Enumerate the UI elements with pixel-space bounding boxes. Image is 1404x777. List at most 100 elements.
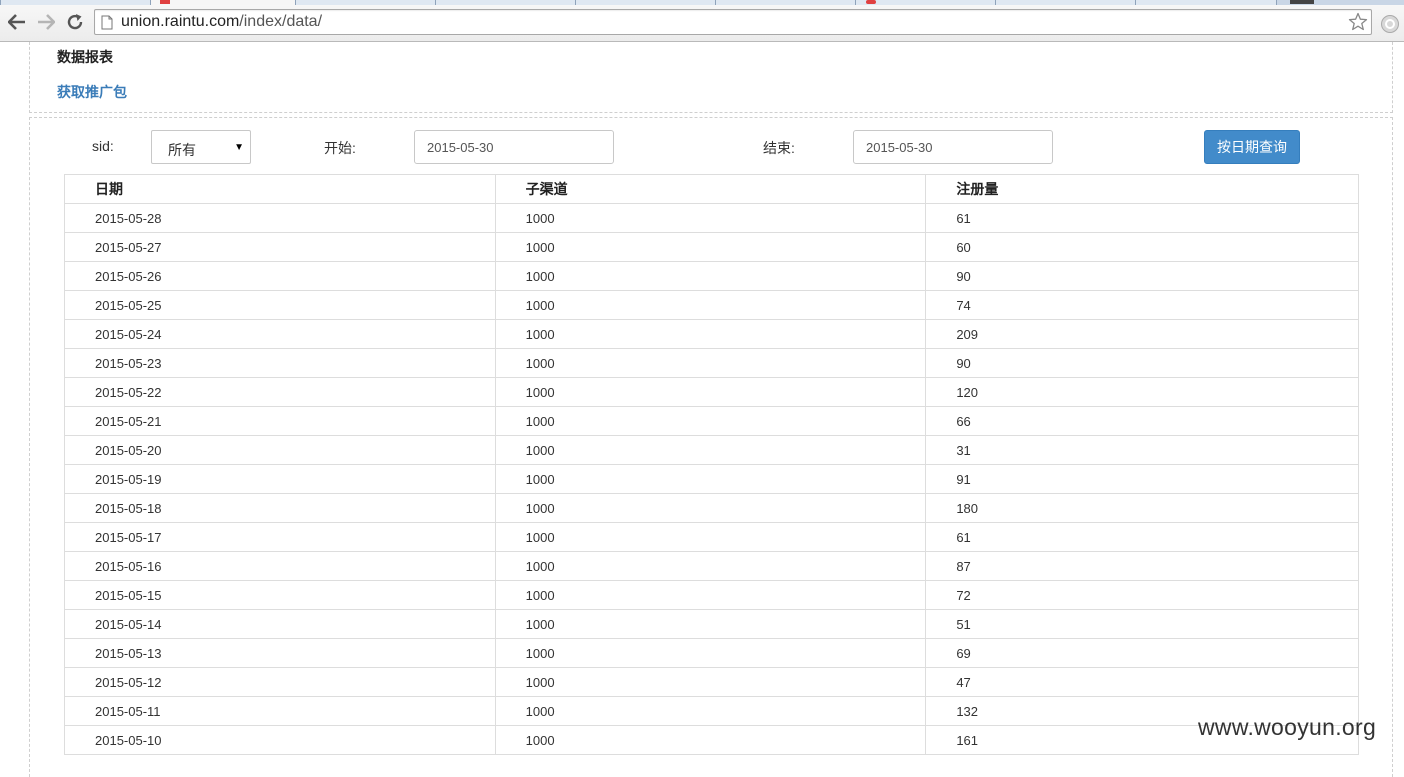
cell-subchannel: 1000 [494, 406, 927, 436]
cell-registrations: 180 [925, 493, 1359, 523]
sid-label: sid: [92, 138, 114, 154]
cell-registrations: 66 [925, 406, 1359, 436]
cell-registrations: 51 [925, 609, 1359, 639]
table-row: 2015-05-28 1000 61 [64, 203, 1359, 233]
cell-date: 2015-05-12 [64, 667, 496, 697]
cell-registrations: 72 [925, 580, 1359, 610]
cell-date: 2015-05-15 [64, 580, 496, 610]
table-row: 2015-05-16 1000 87 [64, 551, 1359, 581]
cell-registrations: 120 [925, 377, 1359, 407]
table-row: 2015-05-22 1000 120 [64, 377, 1359, 407]
cell-subchannel: 1000 [494, 580, 927, 610]
back-button[interactable] [6, 11, 28, 33]
browser-toolbar: union.raintu.com/index/data/ [0, 5, 1404, 42]
cell-subchannel: 1000 [494, 232, 927, 262]
forward-button[interactable] [35, 11, 57, 33]
cell-date: 2015-05-20 [64, 435, 496, 465]
table-row: 2015-05-23 1000 90 [64, 348, 1359, 378]
cell-subchannel: 1000 [494, 667, 927, 697]
table-row: 2015-05-13 1000 69 [64, 638, 1359, 668]
table-row: 2015-05-20 1000 31 [64, 435, 1359, 465]
table-row: 2015-05-24 1000 209 [64, 319, 1359, 349]
cell-date: 2015-05-11 [64, 696, 496, 726]
column-header-subchannel: 子渠道 [494, 174, 927, 204]
header-panel: 数据报表 获取推广包 [29, 42, 1393, 113]
table-row: 2015-05-19 1000 91 [64, 464, 1359, 494]
column-header-registrations: 注册量 [925, 174, 1359, 204]
forward-arrow-icon [38, 14, 55, 30]
url-path: /index/data/ [239, 13, 323, 30]
cell-registrations: 61 [925, 522, 1359, 552]
table-row: 2015-05-15 1000 72 [64, 580, 1359, 610]
cell-subchannel: 1000 [494, 493, 927, 523]
cell-registrations: 69 [925, 638, 1359, 668]
cell-registrations: 74 [925, 290, 1359, 320]
page-content: 数据报表 获取推广包 sid: 所有 ▼ 开始: 结束: 按日期查询 日期 子渠… [0, 42, 1404, 777]
cell-subchannel: 1000 [494, 290, 927, 320]
address-bar[interactable]: union.raintu.com/index/data/ [94, 9, 1372, 35]
cell-subchannel: 1000 [494, 696, 927, 726]
cell-subchannel: 1000 [494, 551, 927, 581]
cell-registrations: 47 [925, 667, 1359, 697]
table-row: 2015-05-17 1000 61 [64, 522, 1359, 552]
cell-date: 2015-05-22 [64, 377, 496, 407]
reload-button[interactable] [64, 11, 86, 33]
bookmark-star-icon[interactable] [1348, 12, 1368, 32]
cell-registrations: 209 [925, 319, 1359, 349]
cell-registrations: 31 [925, 435, 1359, 465]
table-row: 2015-05-27 1000 60 [64, 232, 1359, 262]
get-package-link[interactable]: 获取推广包 [57, 82, 127, 102]
cell-date: 2015-05-26 [64, 261, 496, 291]
dropdown-caret-icon: ▼ [234, 142, 244, 153]
cell-date: 2015-05-10 [64, 725, 496, 755]
column-header-date: 日期 [64, 174, 496, 204]
cell-registrations: 90 [925, 348, 1359, 378]
cell-subchannel: 1000 [494, 319, 927, 349]
cell-date: 2015-05-14 [64, 609, 496, 639]
cell-date: 2015-05-24 [64, 319, 496, 349]
table-row: 2015-05-18 1000 180 [64, 493, 1359, 523]
cell-date: 2015-05-16 [64, 551, 496, 581]
cell-subchannel: 1000 [494, 435, 927, 465]
cell-date: 2015-05-17 [64, 522, 496, 552]
cell-subchannel: 1000 [494, 609, 927, 639]
cell-date: 2015-05-18 [64, 493, 496, 523]
table-row: 2015-05-25 1000 74 [64, 290, 1359, 320]
page-title: 数据报表 [57, 49, 113, 65]
cell-subchannel: 1000 [494, 638, 927, 668]
cell-registrations: 90 [925, 261, 1359, 291]
extension-icon[interactable] [1380, 14, 1400, 34]
table-row: 2015-05-11 1000 132 [64, 696, 1359, 726]
cell-registrations: 91 [925, 464, 1359, 494]
table-header-row: 日期 子渠道 注册量 [64, 174, 1359, 204]
query-by-date-button[interactable]: 按日期查询 [1204, 130, 1300, 164]
sid-select[interactable]: 所有 ▼ [151, 130, 251, 164]
end-date-input[interactable] [853, 130, 1053, 164]
table-row: 2015-05-12 1000 47 [64, 667, 1359, 697]
tab-favicon [160, 0, 170, 4]
cell-date: 2015-05-23 [64, 348, 496, 378]
cell-subchannel: 1000 [494, 377, 927, 407]
start-date-input[interactable] [414, 130, 614, 164]
start-date-label: 开始: [324, 140, 356, 156]
cell-subchannel: 1000 [494, 725, 927, 755]
page-icon [101, 15, 113, 30]
url-host: union.raintu.com [121, 13, 240, 30]
table-row: 2015-05-21 1000 66 [64, 406, 1359, 436]
tab-favicon [866, 0, 876, 4]
end-date-label: 结束: [763, 140, 795, 156]
cell-date: 2015-05-28 [64, 203, 496, 233]
cell-date: 2015-05-21 [64, 406, 496, 436]
cell-date: 2015-05-19 [64, 464, 496, 494]
cell-subchannel: 1000 [494, 203, 927, 233]
table-row: 2015-05-26 1000 90 [64, 261, 1359, 291]
cell-date: 2015-05-25 [64, 290, 496, 320]
cell-date: 2015-05-13 [64, 638, 496, 668]
table-row: 2015-05-10 1000 161 [64, 725, 1359, 755]
cell-registrations: 61 [925, 203, 1359, 233]
cell-subchannel: 1000 [494, 464, 927, 494]
reload-icon [67, 14, 83, 30]
cell-registrations: 60 [925, 232, 1359, 262]
cell-subchannel: 1000 [494, 261, 927, 291]
sid-select-value: 所有 [168, 142, 196, 158]
